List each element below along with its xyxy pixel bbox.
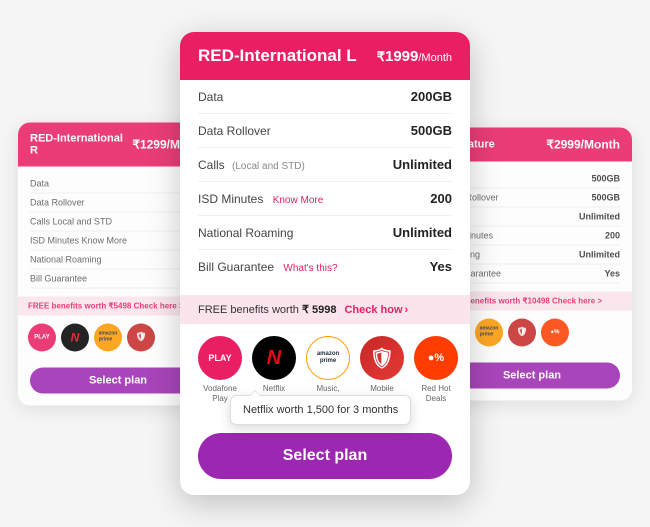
right-card-price: ₹2999/Month [546, 137, 620, 151]
benefit-red-hot-deals: ●% Red HotDeals [414, 336, 458, 403]
main-card: RED-International L ₹1999/Month Data 200… [180, 32, 470, 495]
vodafone-play-icon: PLAY [28, 323, 56, 351]
main-plan-price: ₹1999/Month [377, 48, 452, 65]
benefit-mobile-shield: 🛡 MobileShield [360, 336, 404, 403]
table-row: Data500GB [444, 169, 620, 188]
main-card-header: RED-International L ₹1999/Month [180, 32, 470, 80]
netflix-tooltip: Netflix worth 1,500 for 3 months [230, 395, 411, 425]
table-row: Bill GuaranteeYes [444, 264, 620, 283]
left-card-title: RED-International R [30, 132, 132, 156]
main-plan-name: RED-International L [198, 46, 357, 66]
benefits-section: PLAY VodafonePlay N Netflix Netflix wort… [180, 324, 470, 423]
amazon-prime-icon: amazonprime [94, 323, 122, 351]
know-more-link[interactable]: Know More [273, 195, 324, 206]
shield-icon: 🛡 [360, 336, 404, 380]
netflix-icon: N [61, 323, 89, 351]
main-card-body: Data 200GB Data Rollover 500GB Calls (Lo… [180, 80, 470, 295]
amazon-prime-icon: amazonprime [475, 318, 503, 346]
free-benefits-bar: FREE benefits worth ₹ 5998 Check how › [180, 295, 470, 324]
feature-row-rollover: Data Rollover 500GB [198, 114, 452, 148]
table-row: ISD Minutes200 [444, 226, 620, 245]
deals-icon: ●% [414, 336, 458, 380]
benefits-icons-row: PLAY VodafonePlay N Netflix Netflix wort… [180, 324, 470, 423]
feature-row-isd: ISD Minutes Know More 200 [198, 182, 452, 216]
benefit-netflix: N Netflix Netflix worth 1,500 for 3 mont… [252, 336, 296, 394]
shield-icon: 🛡 [127, 323, 155, 351]
feature-row-data: Data 200GB [198, 80, 452, 114]
netflix-icon: N [252, 336, 296, 380]
feature-row-calls: Calls (Local and STD) Unlimited [198, 148, 452, 182]
table-row: Data Rollover500GB [444, 188, 620, 207]
amazon-prime-icon: amazonprime [306, 336, 350, 380]
main-select-plan-button[interactable]: Select plan [198, 433, 452, 479]
shield-icon: 🛡 [508, 318, 536, 346]
whats-this-link[interactable]: What's this? [283, 263, 337, 274]
page-wrapper: RED-International R ₹1299/Month Data Dat… [0, 0, 650, 527]
vodafone-play-icon: PLAY [198, 336, 242, 380]
table-row: RoamingUnlimited [444, 245, 620, 264]
deals-icon: ●% [541, 318, 569, 346]
benefit-vodafone-play: PLAY VodafonePlay [198, 336, 242, 403]
feature-row-bill: Bill Guarantee What's this? Yes [198, 250, 452, 283]
feature-row-roaming: National Roaming Unlimited [198, 216, 452, 250]
check-how-link[interactable]: Check how › [344, 304, 408, 316]
right-card-select-button[interactable]: Select plan [444, 362, 620, 388]
table-row: CallsUnlimited [444, 207, 620, 226]
